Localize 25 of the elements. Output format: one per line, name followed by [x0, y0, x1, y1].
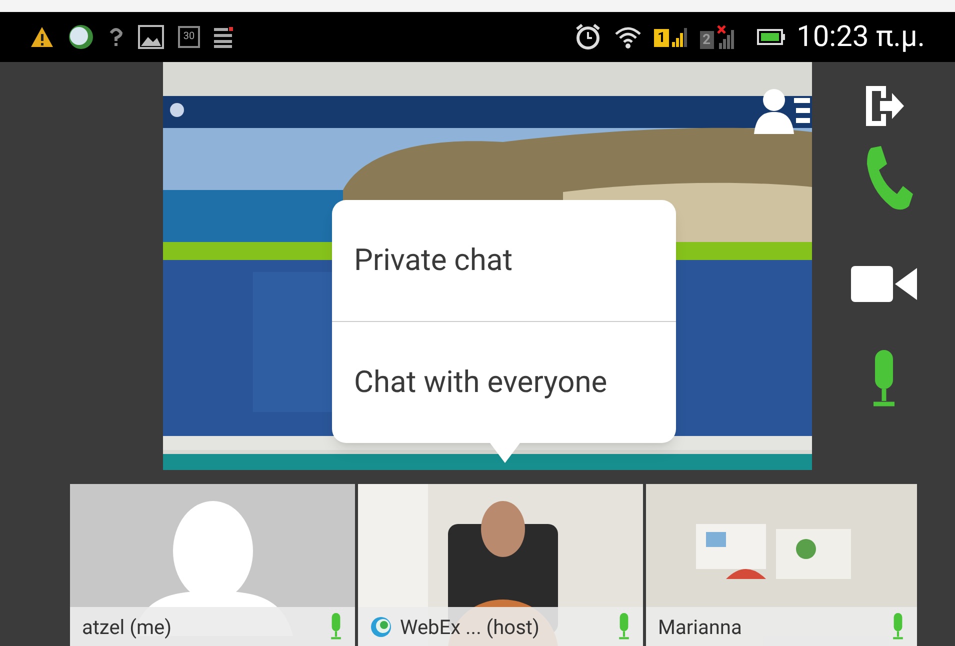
- globe-icon: [68, 24, 94, 50]
- warning-icon: [30, 26, 54, 48]
- signal-icon: [672, 27, 688, 47]
- participant-tile[interactable]: atzel (me): [70, 484, 355, 646]
- exit-icon[interactable]: [864, 84, 904, 128]
- phone-icon[interactable]: [864, 146, 912, 212]
- menu-item[interactable]: Private chat: [332, 200, 676, 321]
- alarm-clock-icon: [574, 23, 602, 51]
- list-icon: [214, 26, 234, 48]
- wifi-icon: [614, 25, 642, 49]
- participant-tile[interactable]: WebEx ... (host): [358, 484, 643, 646]
- participant-name: Marianna: [658, 614, 743, 640]
- participants-icon[interactable]: [754, 88, 810, 134]
- video-camera-icon[interactable]: [850, 264, 916, 304]
- participant-name: WebEx ... (host): [400, 614, 540, 640]
- participant-tile[interactable]: Marianna: [646, 484, 917, 646]
- image-icon: [138, 25, 164, 49]
- sim-badge: 2: [700, 31, 714, 49]
- menu-item[interactable]: Chat with everyone: [332, 321, 676, 443]
- clock-time: 10:23 π.μ.: [796, 22, 925, 52]
- battery-icon: [756, 28, 785, 46]
- calendar-icon: 30: [178, 26, 200, 48]
- participant-name: atzel (me): [82, 614, 173, 640]
- no-signal-icon: [716, 25, 737, 49]
- sim-badge: 1: [654, 29, 669, 47]
